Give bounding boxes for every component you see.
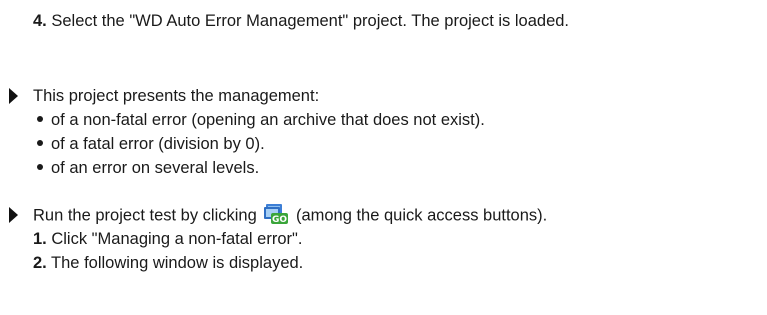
go-test-icon: GO [263,203,289,225]
bullet-icon [37,139,43,146]
list-item: of a non-fatal error (opening an archive… [37,110,485,130]
arrow-right-icon [9,88,18,104]
bullet-icon [37,163,43,170]
step-number: 2. [33,254,47,272]
bullet-icon [37,115,43,122]
list-item-text: of an error on several levels. [51,159,260,177]
step-number: 4. [33,12,47,30]
step-text: Select the "WD Auto Error Management" pr… [46,12,570,30]
step-1: 1. Click "Managing a non-fatal error". [33,229,302,249]
run-text-after: (among the quick access buttons). [291,206,548,225]
list-item-text: of a non-fatal error (opening an archive… [51,111,485,129]
step-text: The following window is displayed. [46,254,304,272]
step-4: 4. Select the "WD Auto Error Management"… [33,11,569,31]
step-number: 1. [33,230,47,248]
list-item: of a fatal error (division by 0). [37,134,265,154]
list-item-text: of a fatal error (division by 0). [51,135,265,153]
step-2: 2. The following window is displayed. [33,253,303,273]
svg-text:GO: GO [272,215,287,225]
intro-text: This project presents the management: [33,87,320,105]
run-text-before: Run the project test by clicking [33,206,262,225]
list-item: of an error on several levels. [37,158,259,178]
step-text: Click "Managing a non-fatal error". [46,230,303,248]
arrow-right-icon [9,207,18,223]
run-instruction: Run the project test by clicking GO (amo… [33,203,548,227]
